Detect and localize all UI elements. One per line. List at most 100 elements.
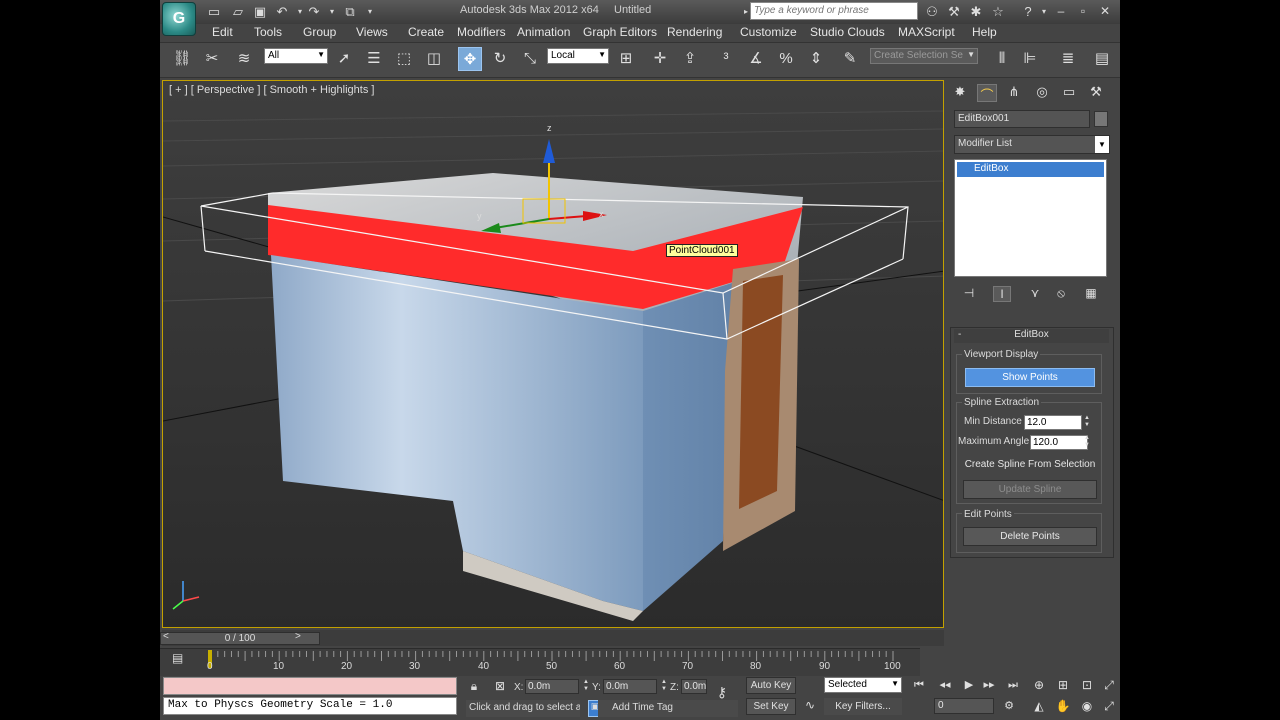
show-points-button[interactable]: Show Points [965, 368, 1095, 387]
curve-editor-icon[interactable]: ▤ [172, 651, 183, 665]
select-and-link-icon[interactable]: ⛓ [170, 47, 194, 71]
select-by-name-icon[interactable]: ☰ [362, 47, 386, 71]
open-icon[interactable]: ▱ [230, 4, 246, 19]
menu-studio-clouds[interactable]: Studio Clouds [810, 25, 885, 39]
create-spline-button[interactable]: Create Spline From Selection [963, 455, 1097, 474]
edit-named-selections-icon[interactable]: ✎ [838, 47, 862, 71]
redo-icon[interactable]: ↷ [306, 4, 322, 19]
pin-stack-icon[interactable]: ⊣ [960, 286, 978, 302]
utilities-tab[interactable]: ⚒ [1086, 84, 1106, 102]
hierarchy-tab[interactable]: ⋔ [1004, 84, 1024, 102]
layer-manager-icon[interactable]: ≣ [1056, 47, 1080, 71]
snaps-toggle-icon[interactable]: ³ [714, 47, 738, 71]
help-icon[interactable]: ? [1020, 4, 1036, 19]
modify-tab[interactable]: ⌒ [977, 84, 997, 103]
max-angle-input[interactable]: 120.0 [1030, 435, 1088, 450]
key-icon[interactable]: ⚷ [714, 684, 730, 701]
modifier-list-dropdown[interactable]: Modifier List ▼ [954, 135, 1110, 154]
select-object-icon[interactable]: ➚ [332, 47, 356, 71]
object-name-field[interactable]: EditBox001 [954, 110, 1090, 128]
undo-icon[interactable]: ↶ [274, 4, 290, 19]
align-icon[interactable]: ⊫ [1018, 47, 1042, 71]
set-key-button[interactable]: Set Key [746, 698, 796, 715]
make-unique-icon[interactable]: ⋎ [1026, 286, 1044, 302]
show-end-result-icon[interactable]: I [993, 286, 1011, 302]
time-slider-prev-button[interactable]: < [163, 631, 169, 642]
render-setup-icon[interactable]: ▤ [1090, 47, 1114, 71]
zoom-all-icon[interactable]: ⊞ [1054, 677, 1072, 693]
binoculars-icon[interactable]: ⚇ [924, 4, 940, 19]
menu-help[interactable]: Help [972, 25, 997, 39]
key-filters-button[interactable]: Key Filters... [824, 698, 902, 715]
exchange-icon[interactable]: ✱ [968, 4, 984, 19]
rectangular-selection-icon[interactable]: ⬚ [392, 47, 416, 71]
orbit-icon[interactable]: ◉ [1078, 698, 1096, 714]
default-tangent-icon[interactable]: ∿ [802, 698, 818, 712]
reference-coordinate-dropdown[interactable]: Local ▼ [547, 48, 609, 64]
lock-selection-icon[interactable]: 🔒︎ [466, 679, 482, 694]
y-coordinate-input[interactable]: 0.0m [603, 679, 657, 694]
tools-icon[interactable]: ⚒ [946, 4, 962, 19]
select-and-move-icon[interactable]: ✥ [458, 47, 482, 71]
named-selection-sets-dropdown[interactable]: Create Selection Se ▼ [870, 48, 978, 64]
display-tab[interactable]: ▭ [1059, 84, 1079, 102]
angle-snap-icon[interactable]: ∡ [744, 47, 768, 71]
modifier-stack[interactable]: EditBox [954, 159, 1107, 277]
mirror-icon[interactable]: ⫴ [990, 47, 1014, 71]
maximize-viewport-icon[interactable]: ⤢ [1100, 698, 1118, 714]
min-distance-input[interactable]: 12.0 [1024, 415, 1082, 430]
key-mode-dropdown[interactable]: Selected ▼ [824, 677, 902, 693]
close-icon[interactable]: ✕ [1096, 3, 1114, 19]
application-button[interactable]: G [162, 2, 196, 36]
create-tab[interactable]: ✸ [950, 84, 970, 102]
time-slider-next-button[interactable]: > [295, 631, 301, 642]
pivot-center-icon[interactable]: ⊞ [614, 47, 638, 71]
menu-animation[interactable]: Animation [517, 25, 570, 39]
rollout-title[interactable]: EditBox [954, 329, 1109, 343]
configure-modifier-sets-icon[interactable]: ▦ [1082, 286, 1100, 302]
x-coordinate-input[interactable]: 0.0m [525, 679, 579, 694]
new-icon[interactable]: ▭ [206, 4, 222, 19]
zoom-extents-icon[interactable]: ⊡ [1078, 677, 1096, 693]
remove-modifier-icon[interactable]: ⦸ [1052, 286, 1070, 302]
select-and-rotate-icon[interactable]: ↻ [488, 47, 512, 71]
percent-snap-icon[interactable]: % [774, 47, 798, 71]
viewport-label-menu[interactable]: [ + ] [ Perspective ] [ Smooth + Highlig… [169, 84, 374, 96]
object-color-swatch[interactable] [1094, 111, 1108, 127]
maxscript-listener-input[interactable] [163, 677, 457, 695]
project-folder-icon[interactable]: ⧉ [342, 4, 358, 19]
menu-group[interactable]: Group [303, 25, 336, 39]
delete-points-button[interactable]: Delete Points [963, 527, 1097, 546]
menu-tools[interactable]: Tools [254, 25, 282, 39]
max-angle-spinner-icon[interactable]: ▲ ▼ [1082, 435, 1092, 450]
current-frame-field[interactable]: 0 [934, 698, 994, 714]
menu-customize[interactable]: Customize [740, 25, 797, 39]
save-icon[interactable]: ▣ [252, 4, 268, 19]
go-to-end-icon[interactable]: ⏭ [1004, 677, 1022, 693]
unlink-selection-icon[interactable]: ✂ [200, 47, 224, 71]
menu-rendering[interactable]: Rendering [667, 25, 722, 39]
z-coordinate-input[interactable]: 0.0m [681, 679, 707, 694]
redo-dropdown-icon[interactable]: ▾ [324, 4, 340, 19]
maximize-icon[interactable]: ▫ [1074, 3, 1092, 19]
menu-views[interactable]: Views [356, 25, 388, 39]
go-to-start-icon[interactable]: ⏮ [910, 677, 928, 693]
x-spinner-icon[interactable]: ▲ ▼ [581, 679, 591, 694]
pan-view-icon[interactable]: ✋ [1054, 698, 1072, 714]
previous-frame-icon[interactable]: ◂◂ [936, 677, 954, 693]
absolute-mode-icon[interactable]: ⊠ [492, 679, 508, 693]
bind-to-space-warp-icon[interactable]: ≋ [232, 47, 256, 71]
zoom-icon[interactable]: ⊕ [1030, 677, 1048, 693]
play-icon[interactable]: ▶ [960, 677, 978, 693]
quick-access-dropdown-icon[interactable]: ▾ [362, 4, 378, 19]
minimize-icon[interactable]: – [1052, 3, 1070, 19]
update-spline-button[interactable]: Update Spline [963, 480, 1097, 499]
spinner-snap-icon[interactable]: ⇕ [804, 47, 828, 71]
perspective-viewport[interactable]: [ + ] [ Perspective ] [ Smooth + Highlig… [162, 80, 944, 628]
rollout-collapse-icon[interactable]: - [958, 329, 961, 340]
y-spinner-icon[interactable]: ▲ ▼ [659, 679, 669, 694]
menu-modifiers[interactable]: Modifiers [457, 25, 506, 39]
menu-graph-editors[interactable]: Graph Editors [583, 25, 657, 39]
stack-item-editbox[interactable]: EditBox [957, 162, 1104, 177]
next-frame-icon[interactable]: ▸▸ [980, 677, 998, 693]
